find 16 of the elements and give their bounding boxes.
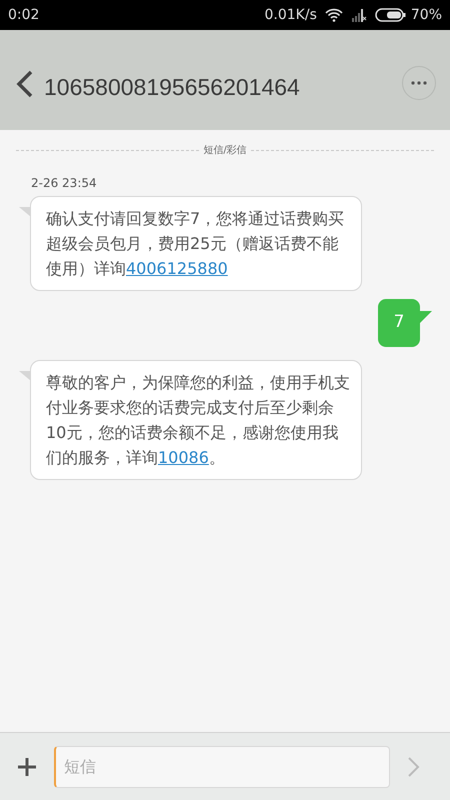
network-speed: 0.01K/s — [264, 6, 317, 24]
add-button[interactable] — [16, 756, 38, 778]
wifi-icon — [324, 8, 343, 22]
more-button[interactable] — [402, 66, 436, 100]
message-timestamp: 2-26 23:54 — [31, 175, 98, 192]
battery-level: 70% — [410, 6, 442, 24]
signal-icon — [350, 8, 367, 22]
more-icon — [411, 81, 427, 85]
battery-icon — [374, 8, 407, 22]
status-time: 0:02 — [8, 6, 40, 24]
phone-link[interactable]: 4006125880 — [126, 259, 228, 278]
sent-bubble: 7 — [378, 299, 432, 347]
message-field[interactable]: 短信 — [54, 746, 390, 788]
conversation-title: 10658008195656201464 — [44, 73, 300, 102]
phone-link[interactable]: 10086 — [158, 448, 209, 467]
channel-label: 短信/彩信 — [203, 144, 247, 158]
